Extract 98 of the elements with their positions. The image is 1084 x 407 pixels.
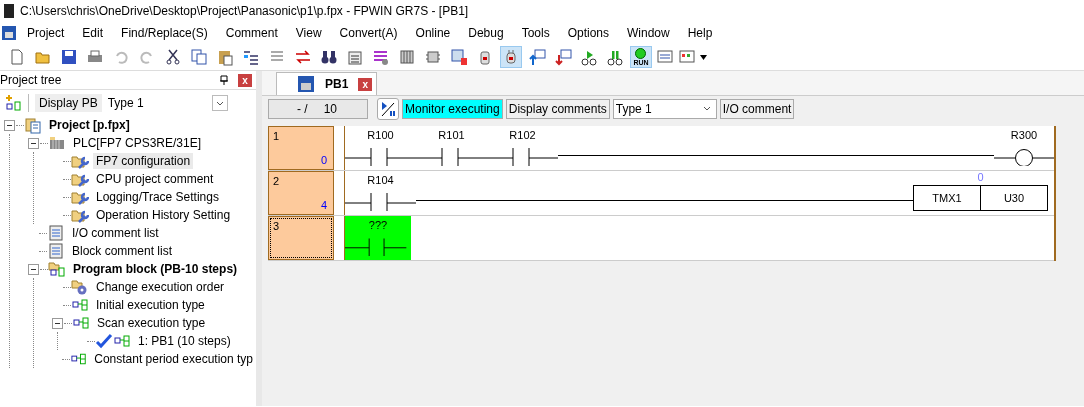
contact-label: R102 (509, 128, 536, 143)
window-title: C:\Users\chris\OneDrive\Desktop\Project\Panasonic\p1\p.fpx - FPWIN GR7S - [PB1] (20, 4, 469, 18)
contact[interactable]: R102 (487, 126, 558, 170)
display-pb-button[interactable]: Display PB (35, 94, 102, 112)
block-diagram-icon (71, 296, 89, 314)
tree-item[interactable]: FP7 configuration (93, 153, 194, 169)
editor-tab[interactable]: PB1 x (276, 72, 378, 95)
dropdown-caret-icon[interactable] (700, 54, 707, 60)
menu-item[interactable]: View (286, 26, 331, 40)
app-icon (4, 4, 14, 18)
menu-item[interactable]: Comment (216, 26, 287, 40)
chip-icon[interactable] (424, 48, 442, 66)
tree-item[interactable]: I/O comment list (69, 225, 162, 241)
document-list-icon[interactable] (346, 48, 364, 66)
menu-item[interactable]: Convert(A) (330, 26, 407, 40)
comment-type-select[interactable]: Type 1 (612, 99, 717, 119)
tree-item[interactable]: CPU project comment (93, 171, 217, 187)
program-block-icon (297, 75, 315, 93)
tree-item[interactable]: PLC[FP7 CPS3RE/31E] (70, 135, 205, 151)
tab-close-button[interactable]: x (358, 77, 373, 91)
collapse-toggle[interactable] (28, 137, 39, 149)
menu-item[interactable]: Edit (73, 26, 113, 40)
contact-label: ??? (368, 218, 388, 233)
menu-item[interactable]: Tools (512, 26, 559, 40)
block-diagram-icon (113, 332, 131, 350)
rung-number: 1 (273, 130, 281, 142)
coil-label: R300 (1010, 128, 1038, 143)
colored-list-icon[interactable] (372, 48, 390, 66)
scissors-icon[interactable] (164, 48, 182, 66)
plc-rack-icon (48, 134, 66, 152)
menu-item[interactable]: Find/Replace(S) (112, 26, 217, 40)
contact-label: R104 (367, 173, 394, 188)
folder-gear-icon (71, 278, 89, 296)
collapse-toggle[interactable] (4, 119, 15, 131)
timer-setting: U30 (980, 186, 1047, 210)
list-document-icon (47, 224, 65, 242)
contact-label: R101 (438, 128, 465, 143)
tree-item[interactable]: Logging/Trace Settings (93, 189, 222, 205)
download-monitor-icon[interactable] (554, 48, 572, 66)
contact[interactable]: R104 (345, 171, 416, 215)
timer-instruction-box[interactable]: TMX1 U30 (913, 185, 1048, 211)
rung-header[interactable]: 1 0 (268, 126, 334, 170)
display-comments-button[interactable]: Display comments (505, 99, 610, 119)
rung-header[interactable]: 3 (268, 216, 334, 260)
pin-icon[interactable] (220, 75, 228, 85)
step-address: 0 (320, 154, 327, 166)
glasses-play-icon[interactable] (580, 48, 598, 66)
glasses-pause-icon[interactable] (606, 48, 624, 66)
tree-item[interactable]: Scan execution type (94, 315, 209, 331)
menu-item[interactable]: Project (18, 26, 74, 40)
tree-item[interactable]: Change execution order (93, 279, 228, 295)
menu-item[interactable]: Online (406, 26, 460, 40)
tree-item[interactable]: Block comment list (69, 243, 176, 259)
tree-item[interactable]: Constant period execution typ (91, 351, 256, 367)
panel-title: Project tree (0, 73, 63, 87)
folder-block-icon (48, 260, 66, 278)
contact-label: R100 (367, 128, 394, 143)
grid-icon[interactable] (398, 48, 416, 66)
rung-number: 2 (273, 175, 281, 187)
monitor-toggle-button[interactable] (377, 98, 399, 120)
step-field[interactable]: - / 10 (268, 99, 368, 119)
menu-item[interactable]: Help (678, 26, 722, 40)
block-diagram-icon (72, 314, 90, 332)
add-block-icon[interactable] (4, 94, 22, 112)
step-address: 4 (320, 199, 327, 211)
upload-monitor-icon[interactable] (528, 48, 546, 66)
menu-item[interactable]: Options (558, 26, 618, 40)
tree-item[interactable]: Program block (PB-10 steps) (70, 261, 241, 277)
swap-arrows-icon[interactable] (294, 48, 312, 66)
colored-window-icon[interactable] (678, 48, 696, 66)
timer-instruction: TMX1 (931, 191, 963, 206)
monitor-status[interactable]: Monitor executing (402, 99, 503, 119)
binoculars-icon[interactable] (320, 48, 338, 66)
save-icon[interactable] (60, 48, 78, 66)
tree-item[interactable]: Project [p.fpx] (46, 117, 133, 133)
paste-icon[interactable] (216, 48, 234, 66)
contact[interactable]: R101 (416, 126, 487, 170)
copy-icon[interactable] (190, 48, 208, 66)
type-select[interactable]: Type 1 (107, 95, 228, 111)
cursor-contact[interactable]: ??? (345, 216, 411, 260)
rung-header[interactable]: 2 4 (268, 171, 334, 215)
collapse-toggle[interactable] (52, 317, 63, 329)
rung-number: 3 (273, 220, 281, 232)
contact[interactable]: R100 (345, 126, 416, 170)
app-menu-icon[interactable] (0, 24, 18, 42)
indent-list-icon[interactable] (242, 48, 260, 66)
timer-value: 0 (977, 171, 984, 183)
io-comment-button[interactable]: I/O comment (719, 99, 795, 119)
collapse-toggle[interactable] (28, 263, 39, 275)
menu-item[interactable]: Debug (459, 26, 513, 40)
close-button[interactable]: x (238, 73, 252, 87)
tree-item[interactable]: 1: PB1 (10 steps) (135, 333, 234, 349)
menu-item[interactable]: Window (618, 26, 679, 40)
project-icon (24, 116, 42, 134)
list-document-icon (47, 242, 65, 260)
dropdown-caret-icon[interactable] (701, 105, 712, 113)
tree-item[interactable]: Operation History Setting (93, 207, 234, 223)
tree-item[interactable]: Initial execution type (93, 297, 208, 313)
